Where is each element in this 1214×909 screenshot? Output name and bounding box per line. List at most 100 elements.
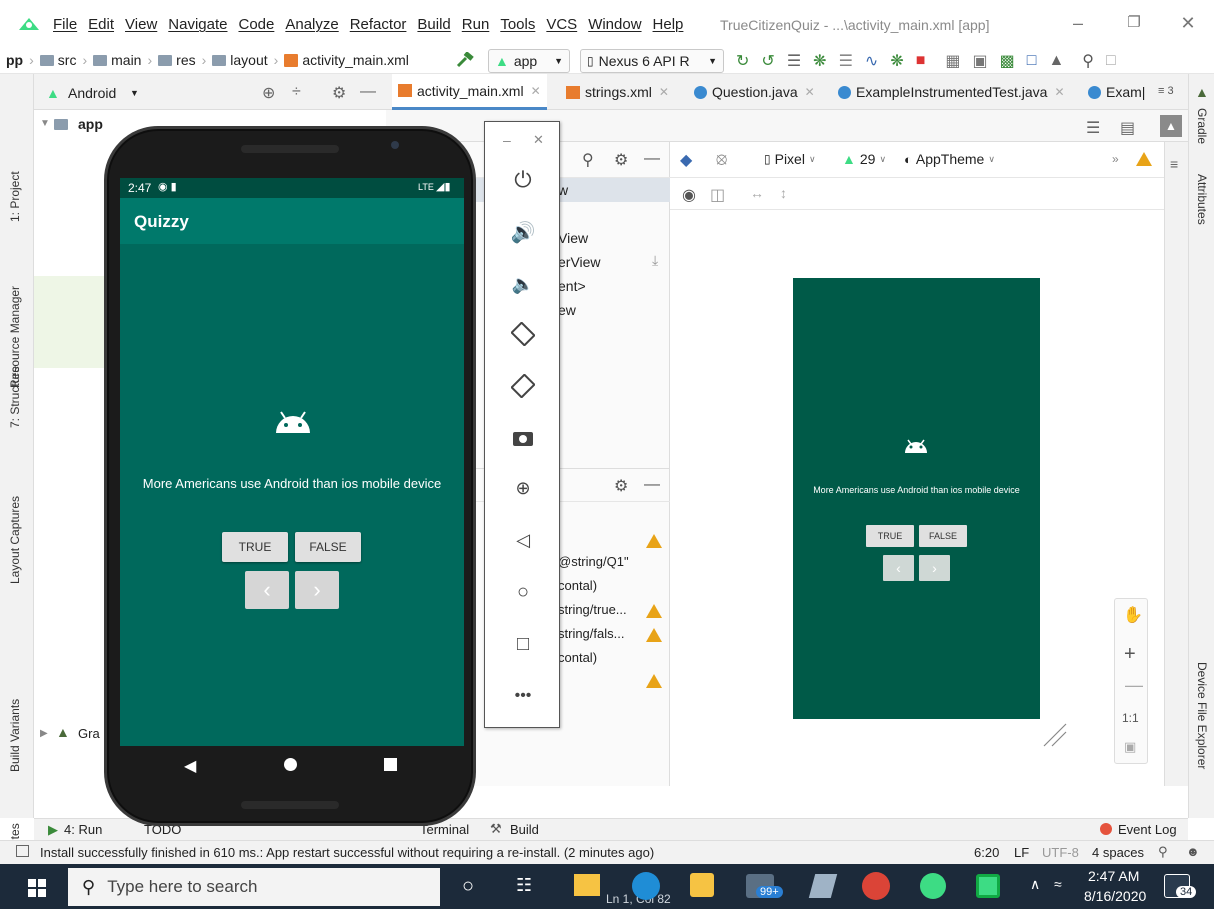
warning-icon[interactable] [646,628,662,642]
breadcrumb-src[interactable]: src [58,52,77,68]
settings-gear-icon[interactable]: ⚙ [332,83,346,103]
build-variants-tab[interactable]: Build Variants [8,699,22,772]
task-view-icon[interactable]: ☷ [516,875,532,896]
menu-vcs[interactable]: VCS [546,16,577,33]
cortana-icon[interactable]: ○ [462,875,474,898]
eye-icon[interactable]: ◉ [682,185,696,205]
coverage-icon[interactable]: ☰ [787,51,801,71]
home-icon[interactable] [284,758,297,771]
resize-handle-icon[interactable] [1042,722,1068,748]
menu-navigate[interactable]: Navigate [168,16,227,33]
indent-setting[interactable]: 4 spaces [1092,845,1144,860]
menu-view[interactable]: View [125,16,157,33]
attributes-tool-tab[interactable]: Attributes [1195,174,1209,225]
locate-icon[interactable]: ⊕ [262,83,275,103]
prev-button[interactable]: ‹ [245,571,289,609]
code-view-icon[interactable]: ☰ [1086,118,1100,138]
search-icon[interactable]: ⚲ [1082,51,1094,71]
phone-screen[interactable]: More Americans use Android than ios mobi… [120,178,464,746]
power-icon[interactable]: ⏻ [509,166,537,194]
download-icon[interactable]: ⤓ [652,252,658,269]
file-explorer-icon[interactable] [574,874,600,896]
component-item[interactable]: erView [558,254,601,270]
edge-icon[interactable] [632,872,660,900]
status-toggle-icon[interactable] [16,845,29,857]
apply-code-changes-icon[interactable]: ↺ [761,51,774,71]
store-icon[interactable] [690,873,714,897]
design-view-icon[interactable]: ▲ [1160,115,1182,137]
attributes-icon[interactable]: ≡ [1170,156,1178,172]
android-studio-taskbar-icon[interactable] [920,873,946,899]
menu-run[interactable]: Run [462,16,490,33]
stop-icon[interactable]: ■ [916,52,926,70]
true-button[interactable]: TRUE [222,532,288,562]
theme-select[interactable]: ◐ AppTheme ∨ [904,151,995,167]
warning-icon[interactable] [646,534,662,548]
breadcrumb-main[interactable]: main [111,52,141,68]
hammer-icon[interactable] [456,52,474,68]
tabs-overflow[interactable]: ≡ 3 [1158,85,1174,97]
minimize-icon[interactable]: – [503,132,511,148]
lock-icon[interactable]: ⚲ [1158,844,1168,860]
horizontal-resize-icon[interactable]: ↔ [750,185,764,201]
tree-item-app[interactable]: app [78,116,103,132]
close-tab-icon[interactable]: ✕ [531,84,541,98]
clock-time[interactable]: 2:47 AM [1088,868,1139,884]
avd-manager-icon[interactable]: ▣ [973,51,988,71]
project-tool-tab[interactable]: 1: Project [8,171,22,222]
menu-refactor[interactable]: Refactor [350,16,407,33]
app-icon[interactable] [808,874,838,898]
preview-true-button[interactable]: TRUE [866,525,914,547]
layout-preview[interactable]: More Americans use Android than ios mobi… [793,278,1040,719]
sync-icon[interactable]: ▦ [945,51,960,71]
zoom-icon[interactable]: ⊕ [509,474,537,502]
orientation-icon[interactable]: ⦻ [716,149,727,169]
wifi-icon[interactable]: ≈ [1054,876,1062,892]
chevron-up-icon[interactable]: ∧ [1030,876,1040,893]
minimize-icon[interactable]: – [1068,13,1088,33]
clock-date[interactable]: 8/16/2020 [1084,888,1146,904]
run-config-select[interactable]: ▲ app ▼ [488,49,570,73]
preview-next-button[interactable]: › [919,555,950,581]
pan-hand-icon[interactable]: ✋ [1123,605,1143,625]
profile-icon[interactable]: ∿ [865,51,878,71]
gradle-tool-tab[interactable]: Gradle [1195,108,1209,144]
restore-icon[interactable]: ❐ [1124,13,1144,33]
build-tool-tab[interactable]: Build [510,822,539,837]
menu-tools[interactable]: Tools [500,16,535,33]
vertical-resize-icon[interactable]: ↕ [780,185,787,201]
component-item[interactable]: View [558,230,588,246]
close-icon[interactable]: ✕ [1178,13,1198,33]
device-select[interactable]: ▯ Nexus 6 API R ▼ [580,49,724,73]
device-in-editor-select[interactable]: ▯ Pixel ∨ [764,151,816,167]
hide-icon[interactable]: — [644,476,660,494]
warning-icon[interactable] [646,674,662,688]
windows-start-icon[interactable] [28,879,46,897]
status-message[interactable]: Install successfully finished in 610 ms.… [40,845,654,860]
device-file-explorer-tab[interactable]: Device File Explorer [1195,662,1209,769]
more-icon[interactable]: » [1112,152,1119,166]
caret-position[interactable]: 6:20 [974,845,999,860]
layout-captures-tab[interactable]: Layout Captures [8,496,22,584]
line-separator[interactable]: LF [1014,845,1029,860]
chrome-icon[interactable] [862,872,890,900]
user-icon[interactable]: □ [1106,52,1116,70]
menu-analyze[interactable]: Analyze [285,16,338,33]
false-button[interactable]: FALSE [295,532,361,562]
overview-nav-icon[interactable]: □ [509,630,537,658]
home-nav-icon[interactable]: ○ [509,578,537,606]
zoom-out-icon[interactable]: — [1125,675,1143,696]
back-icon[interactable]: ◀ [184,756,196,776]
tab-example-truncated[interactable]: Exam| [1082,74,1151,110]
menu-window[interactable]: Window [588,16,641,33]
tab-example-test[interactable]: ExampleInstrumentedTest.java ✕ [832,74,1071,110]
close-tab-icon[interactable]: ✕ [805,85,815,99]
zoom-ratio[interactable]: 1:1 [1122,711,1139,725]
run-tool-tab[interactable]: 4: Run [64,822,102,837]
tree-item-gradle[interactable]: Gra [78,726,100,741]
rotate-left-icon[interactable] [509,320,537,348]
layout-inspector-icon[interactable]: □ [1027,52,1037,70]
close-tab-icon[interactable]: ✕ [659,85,669,99]
inspector-icon[interactable]: ☻ [1186,844,1200,859]
preview-prev-button[interactable]: ‹ [883,555,914,581]
